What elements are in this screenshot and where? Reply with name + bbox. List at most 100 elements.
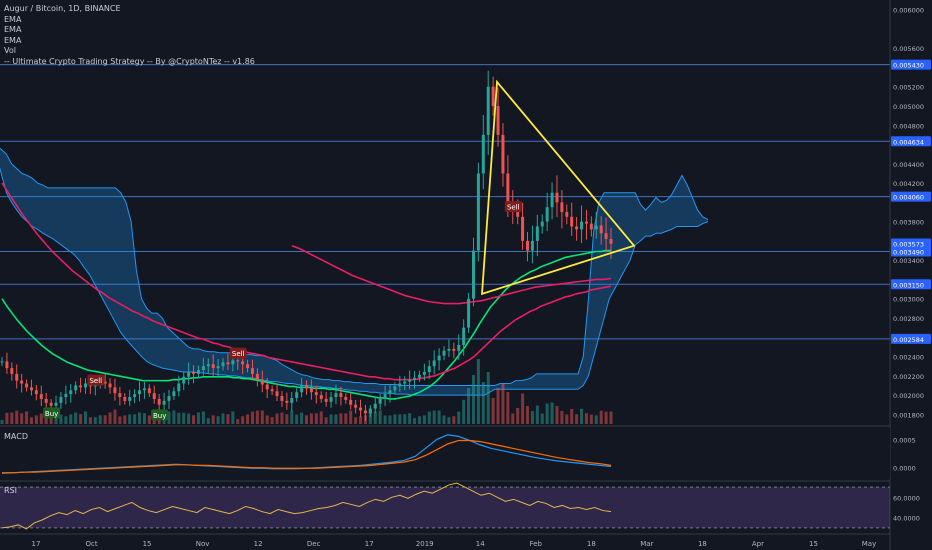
candle-body	[211, 364, 215, 369]
candle-body	[486, 86, 490, 135]
volume-bar	[545, 403, 549, 424]
candle-body	[34, 390, 38, 395]
candle-body	[349, 399, 353, 405]
volume-bar	[172, 410, 176, 424]
candle-body	[442, 350, 446, 356]
candle-body	[216, 366, 220, 369]
time-axis-label: 15	[143, 540, 152, 548]
volume-bar	[604, 411, 608, 424]
candle-body	[594, 225, 598, 230]
volume-bar	[422, 415, 426, 424]
candle-body	[270, 389, 274, 392]
volume-bar	[123, 415, 127, 424]
time-axis-label: 17	[32, 540, 41, 548]
price-tick-label: 0.005000	[893, 103, 924, 111]
time-axis-label: May	[862, 540, 876, 548]
volume-bar	[319, 411, 323, 424]
volume-bar	[432, 410, 436, 424]
chart-canvas[interactable]: 0.006000 0.005600 0.005200 0.005000 0.004800…	[0, 0, 932, 550]
legend-ema-3[interactable]: EMA	[4, 36, 255, 47]
macd-pane-label[interactable]: MACD	[4, 432, 28, 441]
volume-bar	[93, 417, 97, 424]
volume-bar	[550, 402, 554, 424]
candle-body	[108, 383, 112, 388]
candle-body	[280, 396, 284, 401]
volume-bar	[413, 418, 417, 424]
rsi-pane-label[interactable]: RSI	[4, 486, 17, 495]
candle-body	[147, 388, 151, 394]
volume-bar	[496, 388, 500, 424]
candle-body	[59, 397, 63, 403]
candle-body	[69, 390, 73, 395]
candle-body	[319, 395, 323, 399]
candle-body	[113, 387, 117, 394]
candle-body	[481, 134, 485, 174]
volume-bar	[565, 414, 569, 424]
volume-bar	[526, 406, 530, 424]
candle-body	[471, 250, 475, 299]
volume-bar	[314, 413, 318, 424]
legend-strategy[interactable]: -- Ultimate Crypto Trading Strategy -- B…	[4, 57, 255, 68]
legend-vol[interactable]: Vol	[4, 46, 255, 57]
price-tick-label: 0.002000	[893, 392, 924, 400]
macd-tick-label: 0.0000	[893, 465, 916, 473]
candle-body	[560, 202, 564, 212]
volume-bar	[29, 417, 33, 424]
volume-bar	[486, 372, 490, 424]
candle-body	[255, 373, 259, 380]
volume-bar	[349, 410, 353, 424]
volume-bar	[187, 413, 191, 424]
candle-body	[501, 134, 505, 174]
candle-body	[339, 393, 343, 398]
candle-body	[403, 381, 407, 384]
time-axis-label: 14	[476, 540, 485, 548]
candle-body	[417, 374, 421, 378]
legend-ema-2[interactable]: EMA	[4, 25, 255, 36]
candle-body	[182, 376, 186, 384]
volume-bar	[221, 413, 225, 424]
candle-body	[250, 368, 254, 374]
candle-body	[275, 391, 279, 397]
price-marker-label: 0.003490	[893, 249, 924, 257]
candle-body	[290, 397, 294, 403]
volume-bar	[442, 415, 446, 424]
volume-bar	[589, 414, 593, 424]
time-axis-label: 18	[698, 540, 707, 548]
volume-bar	[103, 415, 107, 424]
candle-body	[172, 391, 176, 397]
volume-bar	[305, 415, 308, 424]
candle-body	[29, 387, 33, 391]
candle-body	[422, 371, 426, 375]
volume-bar	[216, 416, 220, 424]
candle-body	[378, 398, 382, 404]
volume-bar	[599, 410, 603, 424]
legend-ema-1[interactable]: EMA	[4, 15, 255, 26]
macd-tick-label: 0.0005	[893, 436, 916, 444]
candle-body	[467, 298, 471, 328]
legend-symbol[interactable]: Augur / Bitcoin, 1D, BINANCE	[4, 4, 255, 15]
price-tick-label: 0.004200	[893, 180, 924, 188]
candle-body	[83, 383, 87, 388]
candle-body	[54, 402, 58, 406]
volume-bar	[388, 415, 392, 424]
candle-body	[187, 371, 191, 377]
candle-body	[604, 233, 608, 239]
volume-bar	[290, 410, 294, 424]
rsi-tick-label: 60.0000	[893, 494, 920, 502]
volume-bar	[427, 411, 431, 424]
volume-bar	[408, 413, 412, 424]
candle-body	[589, 223, 593, 230]
volume-bar	[20, 413, 24, 424]
price-tick-label: 0.003800	[893, 219, 924, 227]
volume-bar	[447, 417, 451, 424]
candle-body	[427, 366, 431, 372]
sell-signal-label: Sell	[507, 204, 520, 212]
rsi-tick-label: 40.0000	[893, 515, 920, 523]
volume-bar	[481, 382, 485, 424]
volume-bar	[560, 411, 564, 424]
candle-body	[226, 362, 230, 365]
volume-bar	[39, 413, 43, 424]
volume-bar	[128, 414, 132, 424]
candle-body	[74, 385, 78, 391]
candle-body	[535, 226, 539, 241]
